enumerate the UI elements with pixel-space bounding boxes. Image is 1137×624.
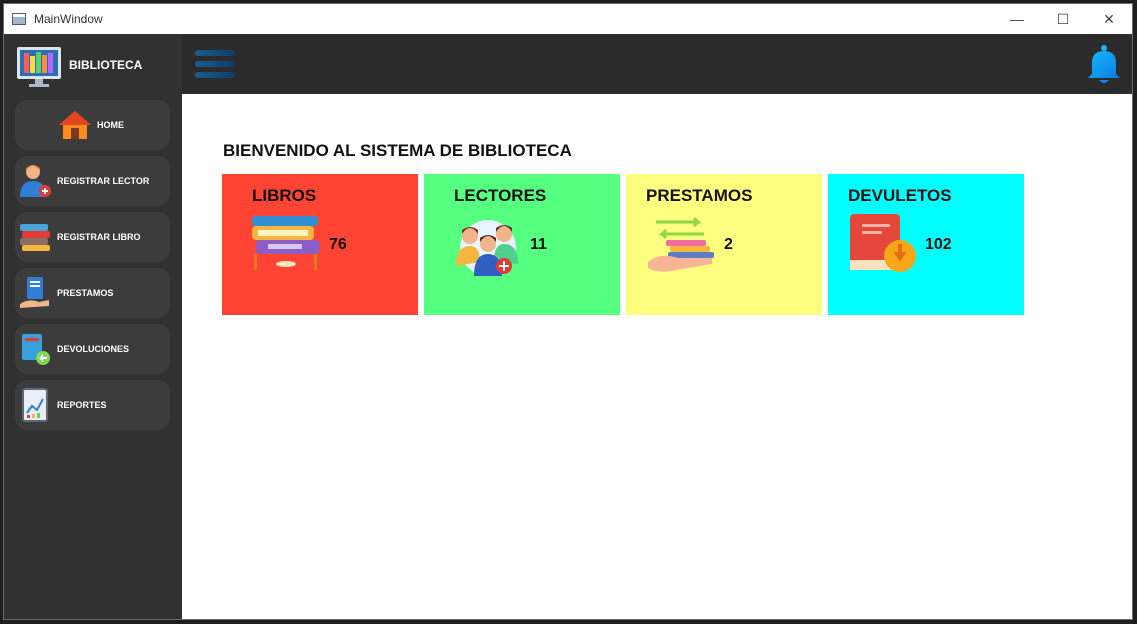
add-reader-icon <box>17 163 53 199</box>
book-loan-icon <box>648 216 714 272</box>
card-count: 11 <box>530 236 547 253</box>
title-bar: MainWindow — ☐ ✕ <box>4 4 1132 34</box>
card-prestamos[interactable]: PRESTAMOS 2 <box>626 174 822 315</box>
top-bar <box>182 34 1132 94</box>
book-loan-icon <box>17 275 53 311</box>
readers-group-icon <box>456 220 518 276</box>
card-label: LIBROS <box>252 186 317 205</box>
sidebar-item-registrar-libro[interactable]: REGISTRAR LIBRO <box>15 212 170 262</box>
card-label: PRESTAMOS <box>646 186 753 205</box>
main-window: MainWindow — ☐ ✕ BIBLIOTECA HOME REGISTR… <box>3 3 1133 620</box>
sidebar-item-label: REGISTRAR LIBRO <box>57 232 141 242</box>
bell-icon[interactable] <box>1086 44 1122 86</box>
minimize-button[interactable]: — <box>994 4 1040 34</box>
sidebar-item-label: PRESTAMOS <box>57 288 114 298</box>
sidebar-item-label: DEVOLUCIONES <box>57 344 130 354</box>
book-return-icon <box>850 214 916 272</box>
card-libros[interactable]: LIBROS 76 <box>222 174 418 315</box>
sidebar-item-label: REGISTRAR LECTOR <box>57 176 150 186</box>
sidebar-item-label: REPORTES <box>57 400 107 410</box>
library-logo-icon <box>17 47 61 87</box>
brand-name: BIBLIOTECA <box>69 58 143 72</box>
window-title: MainWindow <box>34 12 103 26</box>
brand: BIBLIOTECA <box>4 34 182 96</box>
app-icon <box>12 13 26 25</box>
report-chart-icon <box>17 387 53 423</box>
welcome-heading: BIENVENIDO AL SISTEMA DE BIBLIOTECA <box>223 141 572 160</box>
card-devuletos[interactable]: DEVULETOS 102 <box>828 174 1024 315</box>
hamburger-menu-icon[interactable] <box>195 50 235 80</box>
books-stack-icon <box>252 216 320 270</box>
card-label: LECTORES <box>454 186 547 205</box>
sidebar-item-reportes[interactable]: REPORTES <box>15 380 170 430</box>
home-icon <box>57 107 93 143</box>
maximize-button[interactable]: ☐ <box>1040 4 1086 34</box>
sidebar-item-registrar-lector[interactable]: REGISTRAR LECTOR <box>15 156 170 206</box>
card-count: 2 <box>724 236 733 253</box>
sidebar-item-label: HOME <box>97 120 124 130</box>
card-count: 102 <box>925 236 952 253</box>
book-return-icon <box>17 331 53 367</box>
sidebar-item-devoluciones[interactable]: DEVOLUCIONES <box>15 324 170 374</box>
main-content: BIENVENIDO AL SISTEMA DE BIBLIOTECA LIBR… <box>182 94 1132 619</box>
books-stack-icon <box>17 219 53 255</box>
card-lectores[interactable]: LECTORES 11 <box>424 174 620 315</box>
sidebar-item-home[interactable]: HOME <box>15 100 170 150</box>
sidebar-item-prestamos[interactable]: PRESTAMOS <box>15 268 170 318</box>
sidebar: BIBLIOTECA HOME REGISTRAR LECTOR REGISTR… <box>4 34 182 619</box>
card-count: 76 <box>329 236 347 253</box>
card-label: DEVULETOS <box>848 186 952 205</box>
window-controls: — ☐ ✕ <box>994 4 1132 34</box>
close-button[interactable]: ✕ <box>1086 4 1132 34</box>
